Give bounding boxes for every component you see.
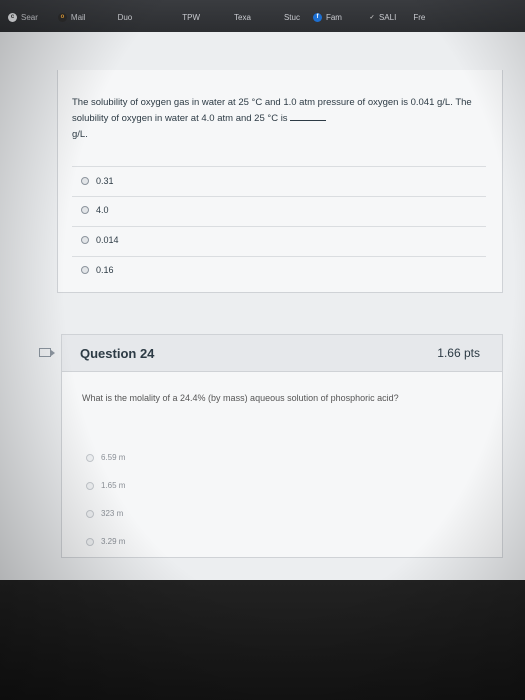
fam-icon: f <box>312 12 322 22</box>
answer-option[interactable]: 3.29 m <box>86 537 125 546</box>
radio-button[interactable] <box>81 177 89 185</box>
browser-tab-tpw[interactable]: TPW <box>182 9 200 25</box>
question-prompt: The solubility of oxygen gas in water at… <box>72 95 487 143</box>
radio-button[interactable] <box>81 266 89 274</box>
tab-label: Sear <box>21 12 38 22</box>
tab-label: TPW <box>182 12 201 22</box>
answer-option[interactable]: 4.0 <box>81 205 109 215</box>
tab-label: SALI <box>378 12 397 22</box>
answer-option[interactable]: 6.59 m <box>86 453 125 462</box>
tab-label: Mail <box>70 12 86 22</box>
answer-blank <box>290 111 327 121</box>
radio-button[interactable] <box>81 236 89 244</box>
radio-button[interactable] <box>86 481 94 490</box>
option-divider <box>72 196 486 197</box>
tab-label: Texa <box>234 12 251 22</box>
option-divider <box>72 226 486 227</box>
tab-label: Duo <box>117 12 133 22</box>
browser-tab-duo[interactable]: Duo <box>118 9 133 25</box>
tab-label: Stuc <box>283 12 300 22</box>
browser-tab-stuc[interactable]: Stuc <box>284 9 300 25</box>
option-label: 323 m <box>101 509 124 518</box>
quiz-page: The solubility of oxygen gas in water at… <box>0 32 525 580</box>
answer-option[interactable]: 0.31 <box>81 176 114 186</box>
radio-button[interactable] <box>86 537 94 546</box>
question-text-unit: g/L. <box>72 129 88 140</box>
question-card-24: Question 24 1.66 pts What is the molalit… <box>61 334 503 558</box>
option-label: 0.31 <box>96 176 114 186</box>
question-prompt: What is the molality of a 24.4% (by mass… <box>82 393 399 403</box>
browser-tab-fre[interactable]: Fre <box>413 9 425 25</box>
browser-tab-fam[interactable]: f Fam <box>312 9 342 25</box>
answer-option[interactable]: 323 m <box>86 509 123 518</box>
answer-option[interactable]: 0.16 <box>81 265 114 275</box>
tab-label: Fre <box>413 12 426 22</box>
answer-option[interactable]: 1.65 m <box>86 481 125 490</box>
question-text: The solubility of oxygen gas in water at… <box>72 97 472 124</box>
radio-button[interactable] <box>86 509 94 518</box>
browser-tab-texa[interactable]: Texa <box>234 9 251 25</box>
browser-tab-sali[interactable]: ✓ SALI <box>369 9 396 25</box>
question-title: Question 24 <box>80 346 155 361</box>
option-label: 3.29 m <box>101 537 126 546</box>
option-label: 1.65 m <box>101 481 126 490</box>
answer-option[interactable]: 0.014 <box>81 235 119 245</box>
flag-question-icon[interactable] <box>39 348 55 357</box>
outlook-icon: o <box>57 12 67 22</box>
browser-tab-search[interactable]: c Sear <box>8 9 38 25</box>
chrome-icon: c <box>8 12 17 22</box>
option-label: 0.014 <box>96 235 119 245</box>
checkmark-icon: ✓ <box>369 14 375 21</box>
screen-bezel-bottom <box>0 580 525 700</box>
option-label: 0.16 <box>96 265 114 275</box>
option-label: 4.0 <box>96 205 109 215</box>
option-label: 6.59 m <box>101 453 126 462</box>
browser-tab-mail[interactable]: o Mail <box>57 9 86 25</box>
radio-button[interactable] <box>81 206 89 214</box>
radio-button[interactable] <box>86 453 94 462</box>
option-divider <box>72 166 486 167</box>
question-header: Question 24 1.66 pts <box>62 335 502 372</box>
browser-tab-bar: c Sear o Mail Duo TPW Texa Stuc f Fam ✓ … <box>0 0 525 32</box>
question-points: 1.66 pts <box>437 346 480 360</box>
question-card-previous: The solubility of oxygen gas in water at… <box>57 70 503 293</box>
tab-label: Fam <box>325 12 342 22</box>
option-divider <box>72 256 486 257</box>
